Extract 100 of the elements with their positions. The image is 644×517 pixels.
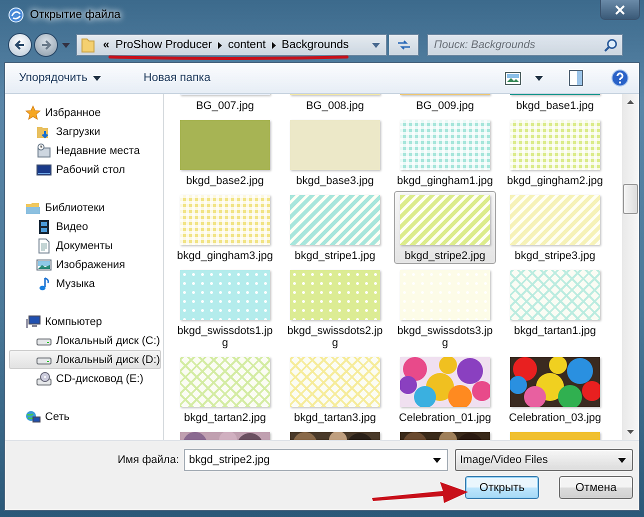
file-type-dropdown[interactable]: Image/Video Files	[455, 449, 633, 471]
scroll-up-icon[interactable]	[627, 100, 634, 104]
file-name-label: Имя файла:	[116, 453, 179, 467]
sidebar-item[interactable]: Локальный диск (D:)	[9, 350, 161, 369]
arrow-right-icon	[40, 39, 52, 51]
search-icon	[604, 38, 618, 52]
recent-places-icon	[36, 142, 52, 158]
sidebar-item[interactable]: Рабочий стол	[9, 160, 161, 179]
file-name: BG_009.jpg	[414, 100, 476, 112]
window-title: Открытие файла	[30, 9, 121, 21]
network-icon	[25, 408, 41, 424]
file-name: bkgd_gingham1.jpg	[396, 175, 494, 187]
scroll-thumb[interactable]	[623, 184, 638, 214]
file-name: bkgd_swissdots2.jpg	[286, 325, 384, 349]
sidebar-item[interactable]: Документы	[9, 236, 161, 255]
caret-icon	[618, 458, 626, 462]
scrollbar[interactable]	[622, 94, 639, 440]
file-tile[interactable]: bkgd_swissdots2.jpg	[284, 266, 386, 351]
close-button[interactable]	[600, 0, 640, 20]
refresh-icon	[396, 39, 412, 51]
view-icon[interactable]	[505, 72, 521, 84]
file-tile[interactable]: bkgd_gingham3.jpg	[174, 191, 276, 264]
file-name: bkgd_tartan1.jpg	[513, 325, 597, 337]
caret-icon[interactable]	[433, 458, 441, 463]
file-name: bkgd_stripe1.jpg	[294, 250, 376, 262]
sidebar-group[interactable]: Библиотеки	[45, 202, 105, 214]
file-name: Celebration_01.jpg	[398, 412, 492, 424]
scroll-down-icon[interactable]	[627, 430, 634, 434]
file-tile[interactable]: bkgd_gingham1.jpg	[394, 116, 496, 189]
star-icon	[25, 104, 41, 120]
cancel-button[interactable]: Отмена	[559, 476, 633, 499]
file-tile[interactable]: bkgd_base1.jpg	[504, 94, 606, 114]
caret-icon[interactable]	[535, 76, 543, 80]
file-name: BG_007.jpg	[194, 100, 256, 112]
monitor-icon	[36, 162, 52, 178]
close-icon	[615, 4, 625, 14]
file-tile[interactable]: bkgd_swissdots1.jpg	[174, 266, 276, 351]
file-name: bkgd_tartan2.jpg	[183, 412, 267, 424]
file-name: bkgd_gingham2.jpg	[506, 175, 604, 187]
search-field[interactable]: Поиск: Backgrounds	[427, 34, 623, 56]
sidebar-item[interactable]: CD-дисковод (E:)	[9, 369, 161, 388]
chevron-icon[interactable]	[272, 42, 276, 48]
sidebar-item[interactable]: Музыка	[9, 274, 161, 293]
file-tile[interactable]: bkgd_tartan1.jpg	[504, 266, 606, 351]
caret-icon[interactable]	[93, 76, 102, 80]
back-button[interactable]	[8, 33, 32, 57]
file-tile[interactable]: bkgd_stripe2.jpg	[394, 191, 496, 264]
file-tile[interactable]: BG_008.jpg	[284, 94, 386, 114]
file-tile[interactable]: bkgd_gingham2.jpg	[504, 116, 606, 189]
file-tile[interactable]: bkgd_stripe1.jpg	[284, 191, 386, 264]
computer-icon	[25, 314, 41, 330]
file-tile[interactable]: bkgd_base3.jpg	[284, 116, 386, 189]
file-tile[interactable]: BG_007.jpg	[174, 94, 276, 114]
file-name: bkgd_gingham3.jpg	[176, 250, 274, 262]
sidebar-item[interactable]: Видео	[9, 217, 161, 236]
file-name: bkgd_base3.jpg	[295, 175, 375, 187]
file-name: bkgd_base2.jpg	[185, 175, 265, 187]
refresh-button[interactable]	[389, 34, 419, 56]
file-tile[interactable]: bkgd_tartan2.jpg	[174, 353, 276, 426]
file-tile[interactable]: bkgd_stripe3.jpg	[504, 191, 606, 264]
file-name: Celebration_03.jpg	[508, 412, 602, 424]
file-tile[interactable]: Celebration_01.jpg	[394, 353, 496, 426]
forward-button[interactable]	[34, 33, 58, 57]
address-bar[interactable]: « ProShow Producer content Backgrounds	[76, 34, 387, 56]
file-tile[interactable]: Celebration_03.jpg	[504, 353, 606, 426]
app-icon	[8, 7, 24, 23]
file-tile[interactable]: bkgd_tartan3.jpg	[284, 353, 386, 426]
sidebar-item[interactable]: Недавние места	[9, 141, 161, 160]
breadcrumb-item[interactable]: content	[228, 39, 266, 51]
arrow-left-icon	[14, 39, 26, 51]
sidebar-group[interactable]: Сеть	[45, 410, 70, 422]
preview-pane-icon[interactable]	[569, 70, 583, 86]
disc-drive-icon	[36, 370, 52, 386]
new-folder-button[interactable]: Новая папка	[143, 70, 210, 86]
folder-icon	[81, 37, 95, 53]
breadcrumb-item[interactable]: Backgrounds	[282, 39, 349, 51]
file-tile[interactable]: bkgd_swissdots3.jpg	[394, 266, 496, 351]
file-name: BG_008.jpg	[304, 100, 366, 112]
help-icon[interactable]	[611, 69, 629, 87]
file-name: bkgd_swissdots1.jpg	[176, 325, 274, 349]
file-name: bkgd_base1.jpg	[515, 100, 595, 112]
sidebar-item[interactable]: Локальный диск (C:)	[9, 331, 161, 350]
file-name: bkgd_stripe3.jpg	[514, 250, 596, 262]
chevron-icon[interactable]	[218, 42, 222, 48]
image-icon	[36, 256, 52, 272]
overflow-chevron[interactable]: «	[103, 39, 110, 51]
file-name: bkgd_stripe2.jpg	[404, 250, 486, 262]
breadcrumb-item[interactable]: ProShow Producer	[115, 39, 212, 51]
sidebar-group[interactable]: Компьютер	[45, 316, 102, 328]
document-icon	[36, 238, 52, 254]
file-name: bkgd_swissdots3.jpg	[396, 325, 494, 349]
sidebar-item[interactable]: Изображения	[9, 255, 161, 274]
file-tile[interactable]: BG_009.jpg	[394, 94, 496, 114]
file-name-field[interactable]: bkgd_stripe2.jpg	[184, 449, 448, 471]
organize-button[interactable]: Упорядочить	[19, 70, 88, 86]
sidebar-item[interactable]: Загрузки	[9, 122, 161, 141]
open-button[interactable]: Открыть	[465, 476, 539, 499]
film-icon	[36, 218, 52, 234]
sidebar-group[interactable]: Избранное	[45, 106, 101, 118]
file-tile[interactable]: bkgd_base2.jpg	[174, 116, 276, 189]
